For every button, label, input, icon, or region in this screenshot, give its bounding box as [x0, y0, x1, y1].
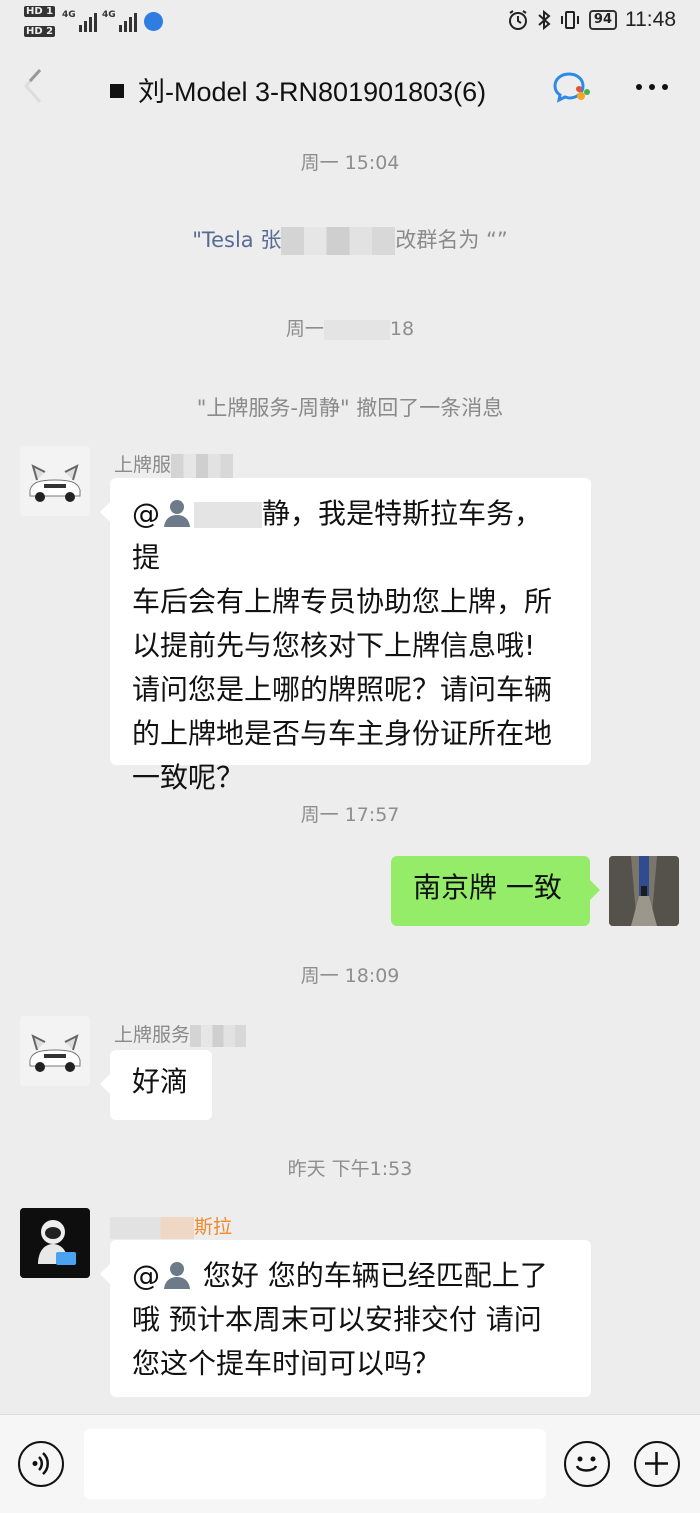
emoji-icon[interactable]: [564, 1441, 610, 1487]
hd1-indicator: HD 1: [24, 6, 56, 17]
message-line: @ 您好 您的车辆已经匹配上了: [132, 1259, 548, 1292]
message-line: 您这个提车时间可以吗？: [132, 1347, 441, 1380]
more-icon[interactable]: [636, 84, 668, 90]
avatar[interactable]: [20, 1208, 90, 1278]
message-bubble[interactable]: @ 您好 您的车辆已经匹配上了 哦 预计本周末可以安排交付 请问 您这个提车时间…: [100, 1240, 591, 1397]
hd2-indicator: HD 2: [24, 26, 56, 37]
message-line: 一致呢？: [132, 761, 245, 794]
signal-sim2: 4G: [102, 10, 137, 32]
timestamp: 昨天 下午1:53: [287, 1158, 413, 1180]
back-arrow-icon[interactable]: [22, 64, 44, 108]
timestamp: 周一 17:57: [300, 804, 400, 826]
avatar[interactable]: [20, 446, 90, 516]
message-input[interactable]: [84, 1429, 546, 1499]
message-bubble[interactable]: 好滴: [100, 1050, 212, 1120]
app-notification-icon: [144, 12, 163, 31]
sender-name: 上牌服务: [114, 1020, 247, 1047]
message-line: 车后会有上牌专员协助您上牌，所: [132, 585, 553, 618]
user-silhouette-icon: [164, 1262, 190, 1289]
vibrate-icon: [560, 11, 579, 29]
sender-name: 上牌服: [114, 450, 234, 478]
my-message-bubble[interactable]: 南京牌 一致: [391, 856, 600, 926]
my-avatar[interactable]: [609, 856, 679, 926]
timestamp: 周一 18:09: [300, 965, 400, 987]
message-line: 请问您是上哪的牌照呢？请问车辆: [132, 673, 553, 706]
bluetooth-icon: [538, 9, 551, 31]
timestamp: 周一 15:04: [300, 152, 400, 174]
status-bar: HD 1 HD 2 4G 4G 94 11:48: [0, 0, 700, 44]
chat-title: 刘-Model 3-RN801901803(6): [110, 70, 486, 109]
system-message-rename: "Tesla 张改群名为 “”: [0, 224, 700, 255]
clock: 11:48: [625, 8, 676, 31]
voice-icon[interactable]: [18, 1441, 64, 1487]
message-line: 以提前先与您核对下上牌信息哦!: [132, 629, 536, 662]
signal-sim1: 4G: [62, 10, 97, 32]
message-line: 哦 预计本周末可以安排交付 请问: [132, 1303, 542, 1336]
chat-title-bar: 刘-Model 3-RN801901803(6): [0, 56, 700, 120]
battery-indicator: 94: [588, 10, 617, 30]
sender-name: 斯拉: [110, 1212, 232, 1239]
user-silhouette-icon: [164, 500, 190, 527]
wecom-icon[interactable]: [552, 70, 590, 104]
plus-icon[interactable]: [634, 1441, 680, 1487]
input-bar: [0, 1414, 700, 1513]
message-line: @ 静，我是特斯拉车务，提: [132, 497, 543, 574]
timestamp: 周一 18: [285, 318, 415, 340]
alarm-icon: [508, 10, 527, 30]
system-message-recall: "上牌服务-周静" 撤回了一条消息: [196, 396, 504, 420]
message-bubble[interactable]: @ 静，我是特斯拉车务，提 车后会有上牌专员协助您上牌，所 以提前先与您核对下上牌…: [100, 478, 591, 794]
avatar[interactable]: [20, 1016, 90, 1086]
message-line: 的上牌地是否与车主身份证所在地: [132, 717, 553, 750]
